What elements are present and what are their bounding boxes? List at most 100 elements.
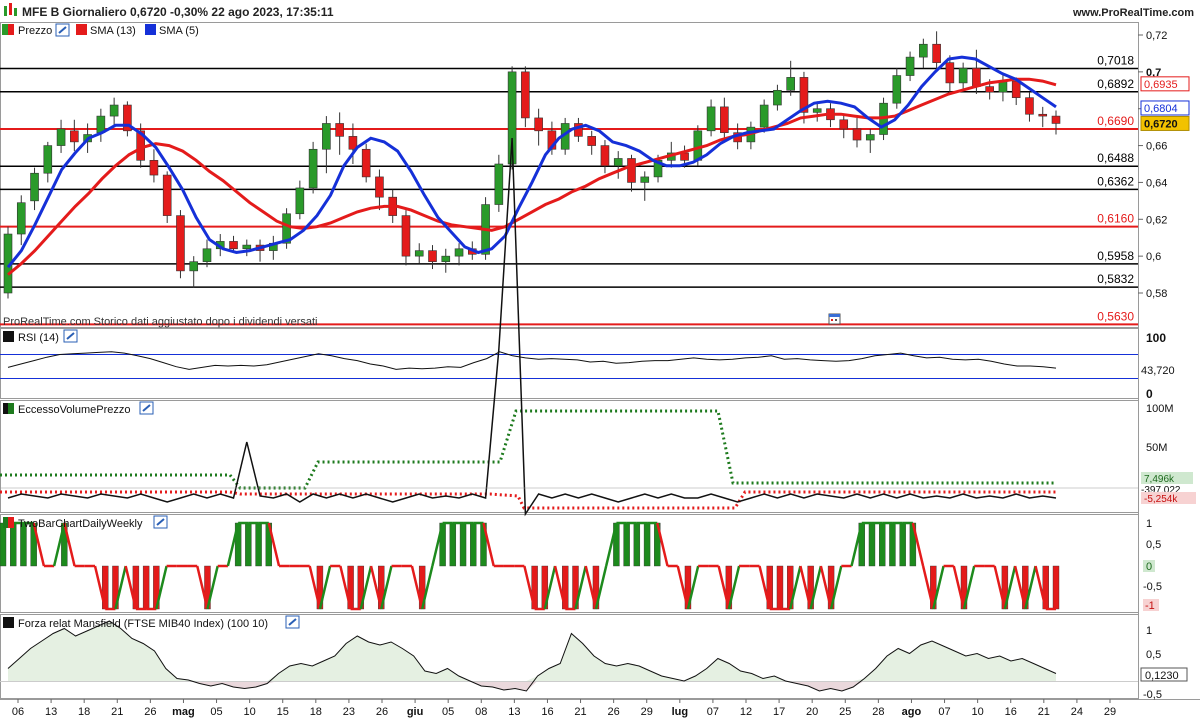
candle-body xyxy=(361,148,371,178)
candle-body xyxy=(308,148,318,189)
candle-body xyxy=(162,174,172,216)
data-source-note: ProRealTime.com Storico dati aggiustato … xyxy=(3,316,317,328)
candle-body xyxy=(202,248,212,262)
wrench-icon[interactable] xyxy=(63,329,78,343)
twobar-bar xyxy=(10,522,17,567)
twobar-bar xyxy=(643,522,651,567)
candle-body xyxy=(242,244,252,250)
rsi-tick-0: 0 xyxy=(1146,387,1153,401)
candle-body xyxy=(972,67,981,87)
site-label: www.ProRealTime.com xyxy=(1072,7,1194,19)
candle-body xyxy=(958,67,968,84)
candle-body xyxy=(839,119,849,130)
date-tick-label: 12 xyxy=(740,706,752,718)
date-tick-label: giu xyxy=(407,706,424,718)
date-tick-label: mag xyxy=(172,706,195,718)
date-tick-label: 21 xyxy=(111,706,123,718)
candle-body xyxy=(16,202,26,235)
mansfield-value: 0,1230 xyxy=(1145,670,1179,682)
mansfield-legend-label: Forza relat Mansfield (FTSE MIB40 Index)… xyxy=(18,618,268,630)
wrench-icon[interactable] xyxy=(285,615,300,629)
candle-body xyxy=(680,152,689,161)
candle-body xyxy=(852,128,862,141)
date-tick-label: 06 xyxy=(12,706,24,718)
date-tick-label: 16 xyxy=(541,706,553,718)
twobar-bar xyxy=(0,522,7,567)
date-tick-label: 05 xyxy=(210,706,222,718)
candle-body xyxy=(945,62,955,84)
candle-body xyxy=(919,43,928,58)
candle-body xyxy=(176,215,185,272)
candle-body xyxy=(905,56,915,76)
candle-body xyxy=(932,43,941,63)
value-badge-label: 0,6804 xyxy=(1144,103,1178,115)
rsi-tick-100: 100 xyxy=(1146,331,1166,345)
price-tick-label: 0,58 xyxy=(1146,288,1167,300)
candle-body xyxy=(43,145,53,174)
date-tick-label: 25 xyxy=(839,706,851,718)
level-label: 0,6362 xyxy=(1097,174,1134,188)
candle-body xyxy=(454,248,464,257)
candle-body xyxy=(70,130,79,143)
candle-body xyxy=(534,117,543,132)
candle-body xyxy=(401,215,411,257)
candle-body xyxy=(1038,113,1048,117)
candle-body xyxy=(521,71,530,119)
twobar-bar xyxy=(879,522,886,567)
candle-body xyxy=(693,130,703,161)
candle-body xyxy=(706,106,716,132)
level-label: 0,6892 xyxy=(1097,77,1134,91)
evp-value-upper: 7,496k xyxy=(1144,474,1175,485)
twobar-legend: TwoBarChartDailyWeekly xyxy=(3,515,168,530)
twobar-tick-05: 0,5 xyxy=(1146,539,1161,551)
candle-body xyxy=(494,163,504,205)
date-tick-label: 18 xyxy=(310,706,322,718)
value-badge-label: 0,6935 xyxy=(1144,79,1178,91)
twobar-bar xyxy=(889,522,896,567)
last-value-badges: 0,6935 0,6804 0,6720 xyxy=(1140,76,1190,131)
trading-chart: MFE B Giornaliero 0,6720 -0,30% 22 ago 2… xyxy=(0,0,1200,720)
candle-body xyxy=(600,145,610,167)
twobar-tick-0: 0 xyxy=(1146,561,1152,573)
legend-price: Prezzo xyxy=(18,25,52,37)
candle-body xyxy=(335,123,344,137)
candle-body xyxy=(865,134,875,141)
date-tick-label: 29 xyxy=(1104,706,1116,718)
date-tick-label: 26 xyxy=(144,706,156,718)
price-tick-label: 0,66 xyxy=(1146,141,1167,153)
level-label: 0,5958 xyxy=(1097,249,1134,263)
candle-body xyxy=(587,136,596,146)
value-badge-label: 0,6720 xyxy=(1144,118,1178,130)
date-tick-label: 07 xyxy=(707,706,719,718)
wrench-icon[interactable] xyxy=(153,515,168,529)
candle-body xyxy=(640,176,650,183)
candle-body xyxy=(109,104,119,117)
date-tick-label: 26 xyxy=(608,706,620,718)
candle-body xyxy=(428,250,437,262)
level-label: 0,6690 xyxy=(1097,114,1134,128)
mansfield-tick-1: 1 xyxy=(1146,625,1152,637)
level-label: 0,6160 xyxy=(1097,212,1134,226)
date-tick-label: 13 xyxy=(45,706,57,718)
evp-value-lower: -5,254k xyxy=(1144,494,1178,505)
date-tick-label: 23 xyxy=(343,706,355,718)
twobar-tick-neg05: -0,5 xyxy=(1143,581,1162,593)
twobar-legend-label: TwoBarChartDailyWeekly xyxy=(18,518,143,530)
date-tick-label: 28 xyxy=(872,706,884,718)
date-tick-label: 18 xyxy=(78,706,90,718)
date-tick-label: 10 xyxy=(244,706,256,718)
candle-body xyxy=(613,158,623,167)
twobar-tick-1: 1 xyxy=(1146,518,1152,530)
candle-body xyxy=(30,172,39,202)
twobar-bar xyxy=(623,522,630,567)
date-tick-label: 17 xyxy=(773,706,785,718)
wrench-icon[interactable] xyxy=(139,401,154,415)
chart-header: MFE B Giornaliero 0,6720 -0,30% 22 ago 2… xyxy=(0,0,1200,22)
candle-body xyxy=(229,241,238,250)
wrench-icon[interactable] xyxy=(55,23,70,37)
price-tick-label: 0,6 xyxy=(1146,251,1161,263)
candle-body xyxy=(812,108,822,113)
date-tick-label: 16 xyxy=(1005,706,1017,718)
candle-body xyxy=(1051,115,1061,124)
rsi-value: 43,720 xyxy=(1141,365,1175,377)
